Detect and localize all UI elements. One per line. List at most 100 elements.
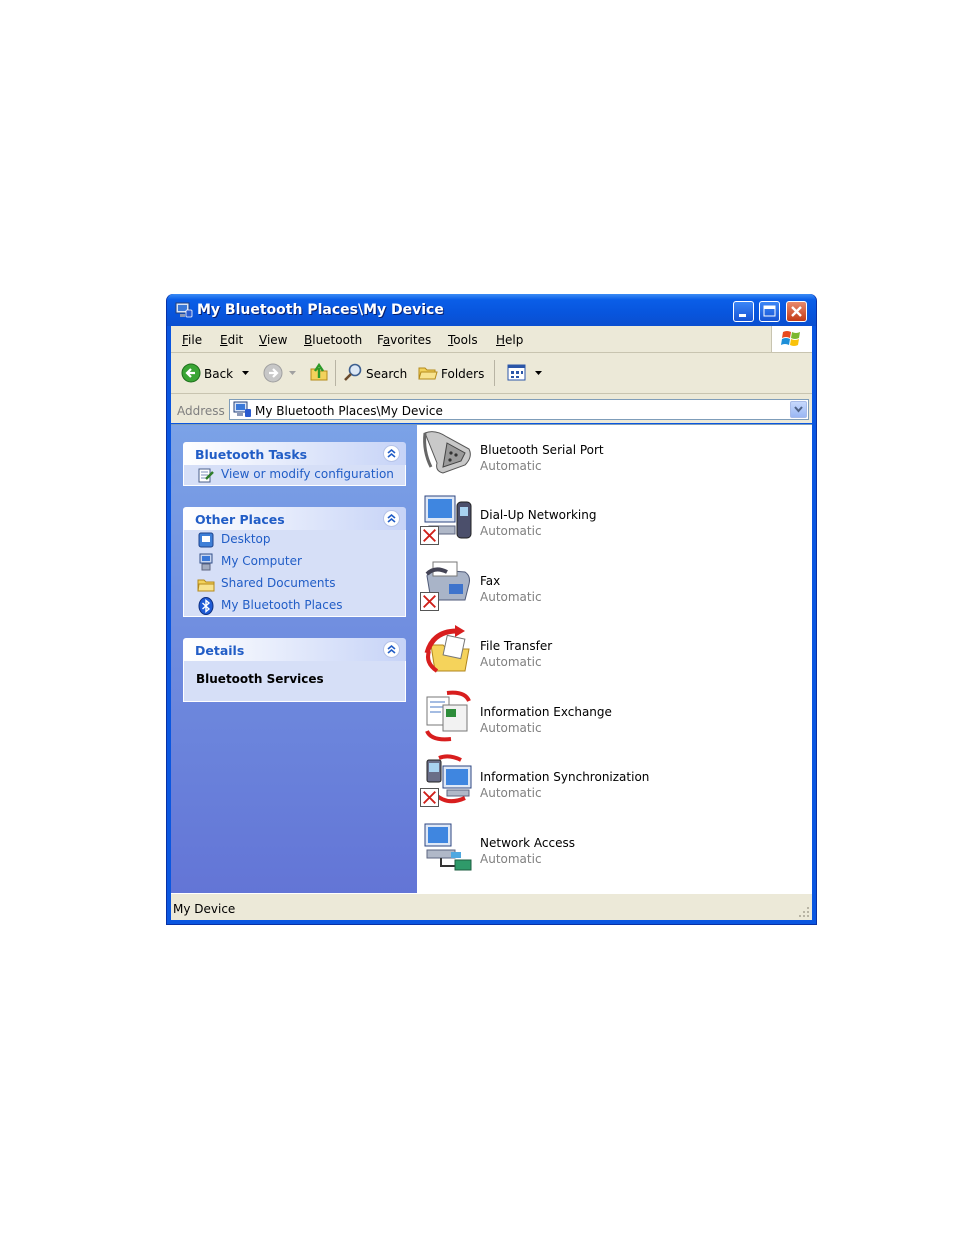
status-bar: My Device (171, 893, 812, 920)
my-bluetooth-places-link[interactable]: My Bluetooth Places (221, 598, 343, 612)
service-name: File Transfer (480, 639, 553, 653)
double-chevron-up-icon (387, 448, 396, 458)
bluetooth-icon (198, 597, 214, 615)
window-title: My Bluetooth Places\My Device (197, 302, 444, 318)
shared-documents-link[interactable]: Shared Documents (221, 576, 335, 590)
chevron-down-icon[interactable] (242, 370, 250, 376)
forward-button[interactable] (261, 361, 301, 385)
collapse-button[interactable] (383, 445, 400, 462)
service-status: Automatic (480, 852, 542, 866)
folders-label: Folders (441, 367, 485, 381)
collapse-button[interactable] (383, 641, 400, 658)
service-name: Dial-Up Networking (480, 508, 597, 522)
service-status: Automatic (480, 590, 542, 604)
details-header[interactable]: Details (183, 638, 406, 661)
service-status: Automatic (480, 786, 542, 800)
menu-tools[interactable]: Tools (448, 333, 478, 347)
back-button[interactable]: Back (179, 361, 255, 385)
list-item[interactable]: Information Synchronization Automatic (417, 752, 812, 816)
address-dropdown-button[interactable] (790, 401, 807, 418)
information-exchange-icon (425, 690, 471, 742)
list-item[interactable]: Bluetooth Serial Port Automatic (417, 425, 812, 489)
service-status: Automatic (480, 655, 542, 669)
search-button[interactable]: Search (341, 361, 407, 385)
file-transfer-icon (424, 625, 470, 673)
windows-logo (771, 326, 812, 352)
desktop-link[interactable]: Desktop (221, 532, 271, 546)
address-label: Address (177, 404, 225, 418)
bluetooth-tasks-panel: Bluetooth Tasks View or modify configura… (183, 442, 406, 486)
service-name: Information Exchange (480, 705, 612, 719)
search-icon (344, 363, 362, 381)
configure-icon (198, 468, 214, 483)
folder-icon (418, 367, 438, 380)
list-item[interactable]: Dial-Up Networking Automatic (417, 490, 812, 554)
chevron-down-icon (289, 371, 296, 375)
menu-bluetooth[interactable]: Bluetooth (304, 333, 362, 347)
chevron-down-icon (794, 406, 803, 413)
close-button[interactable] (786, 301, 807, 322)
menu-edit[interactable]: Edit (220, 333, 243, 347)
menu-favorites[interactable]: Favorites (377, 333, 431, 347)
service-name: Network Access (480, 836, 575, 850)
service-status: Automatic (480, 459, 542, 473)
toolbar: Back Search Folders (171, 353, 812, 394)
search-label: Search (366, 367, 408, 381)
explorer-window: My Bluetooth Places\My Device File Edit … (166, 294, 817, 925)
other-places-panel: Other Places Desktop My Computer Shared … (183, 507, 406, 617)
windows-flag-icon (781, 331, 800, 346)
address-value: My Bluetooth Places\My Device (255, 404, 443, 418)
service-name: Fax (480, 574, 501, 588)
bluetooth-places-icon (233, 401, 251, 417)
views-button[interactable] (504, 361, 548, 385)
back-label: Back (204, 367, 234, 381)
toolbar-separator (335, 360, 336, 386)
my-computer-icon (199, 553, 213, 571)
view-modify-configuration-link[interactable]: View or modify configuration (221, 467, 394, 481)
back-arrow-icon (181, 363, 201, 383)
resize-grip-icon[interactable] (798, 906, 810, 918)
shared-folder-icon (197, 579, 215, 592)
desktop-icon (198, 532, 214, 548)
collapse-button[interactable] (383, 510, 400, 527)
service-name: Information Synchronization (480, 770, 650, 784)
disabled-x-icon (420, 788, 439, 807)
disabled-x-icon (420, 592, 439, 611)
network-access-icon (424, 823, 472, 871)
chevron-down-icon (535, 371, 542, 375)
details-title: Details (195, 643, 245, 658)
other-places-header[interactable]: Other Places (183, 507, 406, 530)
minimize-button[interactable] (733, 301, 754, 322)
list-item[interactable]: Network Access Automatic (417, 818, 812, 882)
title-bar[interactable]: My Bluetooth Places\My Device (167, 294, 816, 326)
my-computer-link[interactable]: My Computer (221, 554, 302, 568)
service-name: Bluetooth Serial Port (480, 443, 604, 457)
up-folder-icon[interactable] (308, 361, 330, 383)
task-pane: Bluetooth Tasks View or modify configura… (171, 425, 417, 893)
views-grid-icon (507, 364, 526, 381)
other-places-title: Other Places (195, 512, 285, 527)
menu-view[interactable]: View (259, 333, 287, 347)
double-chevron-up-icon (387, 644, 396, 654)
maximize-button[interactable] (759, 301, 780, 322)
content-area: Bluetooth Tasks View or modify configura… (171, 424, 812, 893)
forward-arrow-icon (263, 363, 283, 383)
folders-button[interactable]: Folders (416, 361, 486, 385)
address-input[interactable]: My Bluetooth Places\My Device (229, 399, 809, 420)
menu-file[interactable]: File (182, 333, 202, 347)
close-icon (791, 306, 802, 317)
bluetooth-tasks-header[interactable]: Bluetooth Tasks (183, 442, 406, 465)
bluetooth-places-icon (175, 302, 193, 318)
disabled-x-icon (420, 526, 439, 545)
double-chevron-up-icon (387, 513, 396, 523)
serial-port-icon (423, 431, 471, 474)
details-text: Bluetooth Services (196, 672, 324, 686)
list-item[interactable]: Fax Automatic (417, 556, 812, 620)
menu-bar: File Edit View Bluetooth Favorites Tools… (171, 326, 812, 353)
status-text: My Device (173, 902, 236, 916)
details-panel: Details Bluetooth Services (183, 638, 406, 702)
list-item[interactable]: Information Exchange Automatic (417, 687, 812, 751)
menu-help[interactable]: Help (496, 333, 523, 347)
list-item[interactable]: File Transfer Automatic (417, 621, 812, 685)
bluetooth-tasks-title: Bluetooth Tasks (195, 447, 308, 462)
